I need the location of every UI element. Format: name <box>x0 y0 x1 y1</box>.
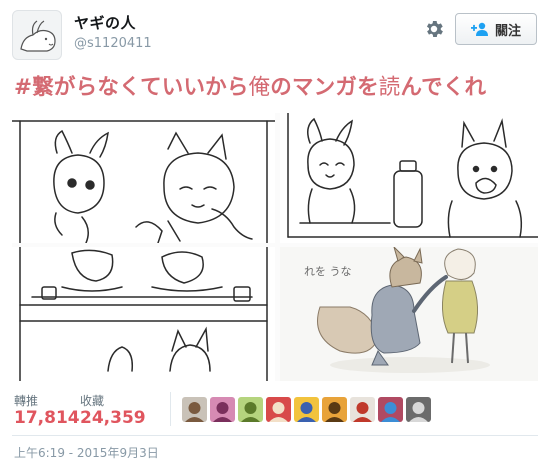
manga-image-4: れを うな <box>304 247 490 373</box>
panel-4-caption: れを うな <box>304 265 352 278</box>
liker-avatar[interactable] <box>238 397 263 422</box>
add-user-icon <box>470 22 488 36</box>
avatar-icon <box>182 397 207 422</box>
liker-avatar[interactable] <box>210 397 235 422</box>
retweets-count[interactable]: 17,814 <box>14 408 80 428</box>
avatar[interactable] <box>12 10 62 60</box>
avatar-icon <box>266 397 291 422</box>
avatar-icon <box>238 397 263 422</box>
manga-image-1 <box>12 120 275 243</box>
liker-avatar[interactable] <box>182 397 207 422</box>
hashtag-link[interactable]: #繋 <box>14 75 54 100</box>
tweet-text-part: がらなくていいから <box>53 75 249 100</box>
liker-avatars <box>182 397 431 422</box>
tweet-text-part: 読 <box>378 75 401 100</box>
footer-divider <box>12 435 538 436</box>
tweet-text-part: のマンガを <box>270 75 379 100</box>
avatar-icon <box>350 397 375 422</box>
stats-divider <box>170 392 171 426</box>
tweet-text-part: 俺 <box>248 75 271 100</box>
goat-avatar-icon <box>20 20 56 52</box>
tweet-text-part: んでくれ <box>400 75 487 100</box>
liker-avatar[interactable] <box>266 397 291 422</box>
liker-avatar[interactable] <box>350 397 375 422</box>
liker-avatar[interactable] <box>294 397 319 422</box>
follow-label: 關注 <box>494 23 521 39</box>
manga-panel-2[interactable] <box>280 113 538 243</box>
gear-icon[interactable] <box>423 18 445 40</box>
follow-button[interactable]: 關注 <box>455 13 537 45</box>
manga-image-3 <box>19 247 268 381</box>
avatar-icon <box>322 397 347 422</box>
avatar-icon <box>294 397 319 422</box>
manga-image-2 <box>287 113 538 238</box>
avatar-icon <box>378 397 403 422</box>
media-grid: れを うな <box>12 113 538 381</box>
liker-avatar[interactable] <box>378 397 403 422</box>
display-name[interactable]: ヤギの人 <box>74 12 136 33</box>
tweet-timestamp[interactable]: 上午6:19 - 2015年9月3日 <box>14 444 159 461</box>
manga-panel-1[interactable] <box>12 113 275 243</box>
avatar-icon <box>406 397 431 422</box>
tweet-text: #繋がらなくていいから俺のマンガを読んでくれ <box>14 70 486 101</box>
user-handle[interactable]: @s1120411 <box>74 36 152 51</box>
liker-avatar[interactable] <box>322 397 347 422</box>
manga-panel-4[interactable]: れを うな <box>280 247 538 381</box>
retweets-label: 轉推 <box>14 394 39 408</box>
liker-avatar[interactable] <box>406 397 431 422</box>
likes-label: 收藏 <box>80 394 105 408</box>
avatar-icon <box>210 397 235 422</box>
manga-panel-3[interactable] <box>12 247 275 381</box>
likes-count[interactable]: 24,359 <box>80 408 146 428</box>
